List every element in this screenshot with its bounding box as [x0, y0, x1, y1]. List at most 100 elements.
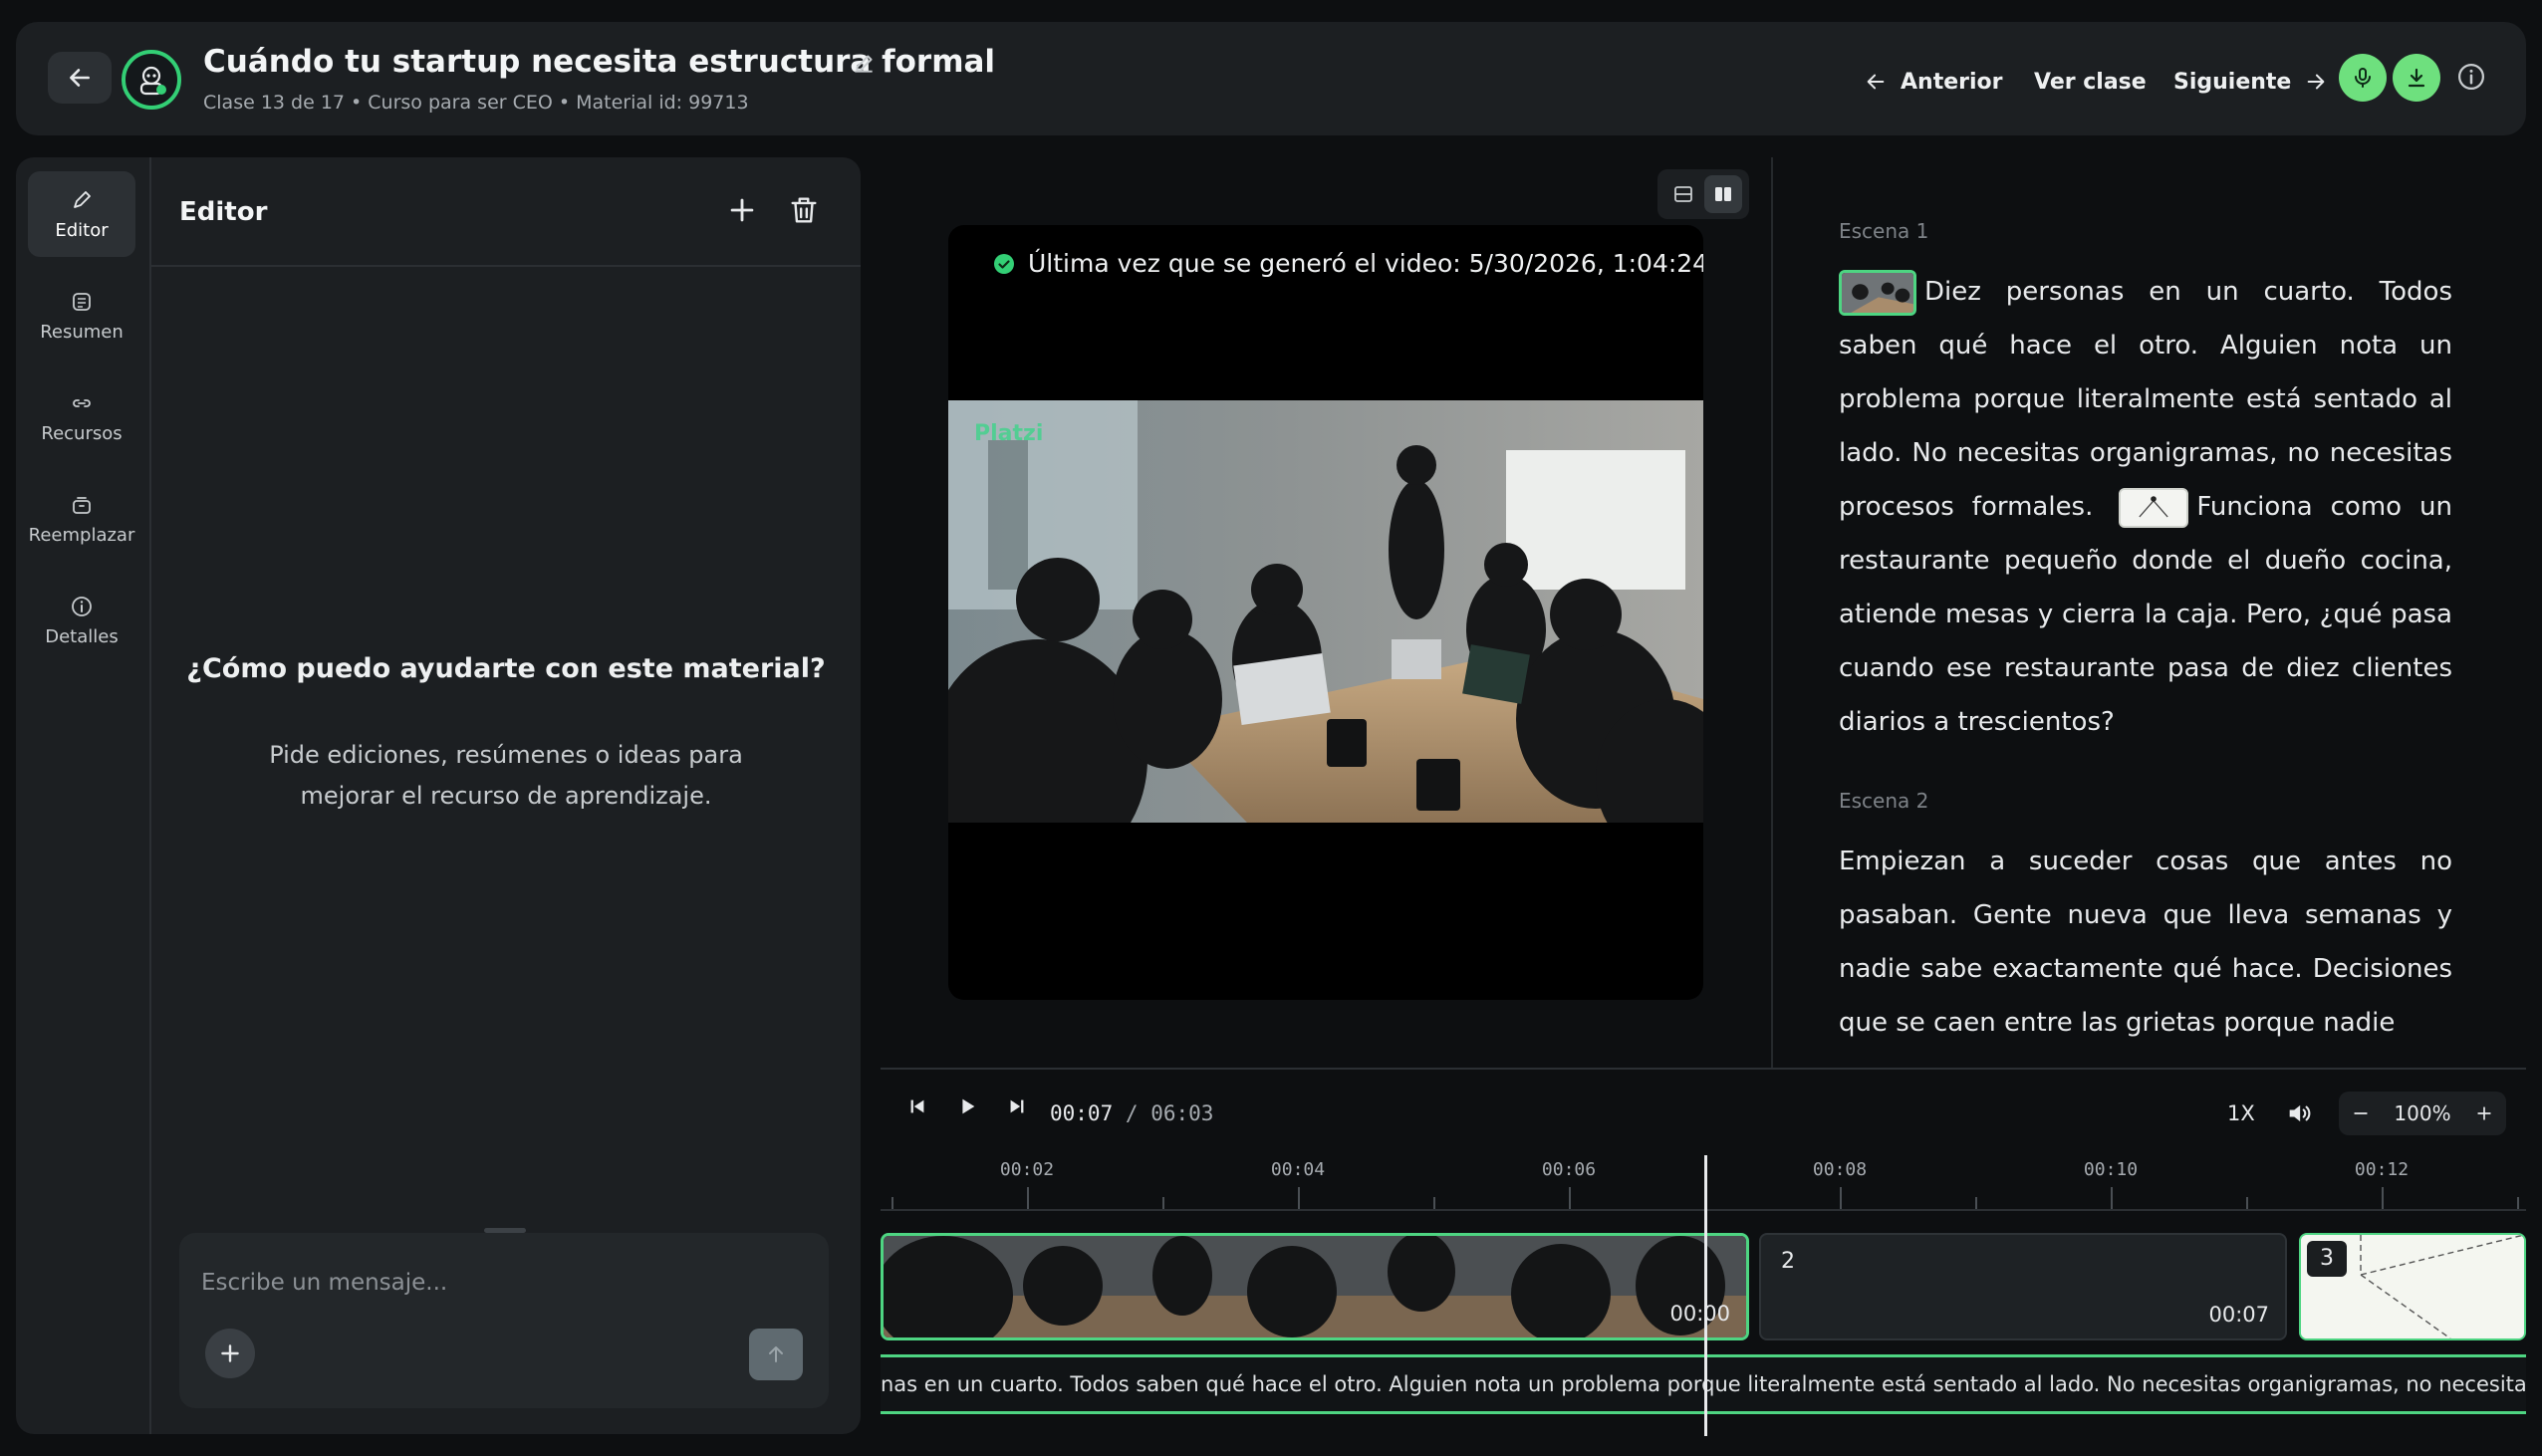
timeline-clip[interactable]: 3: [2299, 1233, 2526, 1340]
rail-label: Resumen: [40, 321, 124, 343]
breadcrumb: Clase 13 de 17 • Curso para ser CEO • Ma…: [203, 92, 749, 114]
editor-header: Editor: [151, 157, 861, 267]
caption-track[interactable]: nas en un cuarto. Todos saben qué hace e…: [881, 1354, 2526, 1414]
info-button[interactable]: [2456, 62, 2486, 92]
scene-thumbnail[interactable]: [2119, 487, 2189, 528]
ruler-tick: [2517, 1197, 2519, 1209]
microphone-icon: [2355, 68, 2371, 88]
clip-number: 3: [2307, 1241, 2347, 1277]
message-input[interactable]: [199, 1263, 797, 1303]
scene-label: Escena 1: [1839, 219, 1929, 243]
edit-title-button[interactable]: [851, 50, 877, 76]
view-class-button[interactable]: Ver clase: [2034, 64, 2147, 100]
ruler-tick: [1027, 1187, 1029, 1209]
course-logo: [122, 50, 181, 110]
ruler-tick: [2382, 1187, 2384, 1209]
check-circle-icon: [994, 253, 1014, 274]
skip-forward-button[interactable]: [1006, 1095, 1028, 1117]
play-icon: [962, 1098, 975, 1114]
arrow-left-icon: [70, 69, 90, 87]
generation-status-text: Última vez que se generó el video: 5/30/…: [1028, 249, 1703, 278]
rail-item-summary[interactable]: Resumen: [28, 273, 135, 359]
zoom-in-button[interactable]: [2474, 1103, 2494, 1123]
plus-icon: [221, 1344, 239, 1362]
zoom-level: 100%: [2394, 1101, 2451, 1125]
columns-layout-icon: [1715, 187, 1731, 201]
microphone-button[interactable]: [2339, 54, 2387, 102]
arrow-up-icon: [769, 1346, 783, 1362]
skip-back-icon: [910, 1099, 924, 1113]
ruler-label: 00:06: [1541, 1159, 1597, 1180]
generation-status: Última vez que se generó el video: 5/30/…: [992, 249, 1703, 278]
plus-icon: [2477, 1106, 2491, 1120]
stacked-layout-button[interactable]: [1664, 175, 1702, 213]
rail-label: Detalles: [45, 625, 119, 647]
video-watermark: Platzi: [974, 421, 1043, 446]
ruler-label: 00:08: [1812, 1159, 1868, 1180]
plus-icon: [730, 198, 754, 222]
scene-text[interactable]: Empiezan a suceder cosas que antes no pa…: [1839, 835, 2452, 1050]
assistant-prompt-title: ¿Cómo puedo ayudarte con este material?: [186, 653, 826, 684]
rows-layout-icon: [1674, 186, 1692, 202]
pencil-icon: [855, 55, 873, 73]
scene-label: Escena 2: [1839, 789, 1929, 813]
minus-icon: [2354, 1112, 2368, 1114]
play-button[interactable]: [956, 1095, 978, 1117]
ruler-tick: [1433, 1197, 1435, 1209]
scene-text[interactable]: Diez personas en un cuarto. Todos saben …: [1839, 265, 2452, 749]
volume-button[interactable]: [2285, 1099, 2313, 1127]
rail-item-details[interactable]: Detalles: [28, 578, 135, 663]
next-button[interactable]: Siguiente: [2173, 64, 2327, 100]
new-chat-button[interactable]: [725, 193, 759, 227]
previous-button[interactable]: Anterior: [1865, 64, 2002, 100]
send-button[interactable]: [749, 1329, 803, 1380]
rail-label: Reemplazar: [28, 524, 135, 546]
split-layout-button[interactable]: [1704, 175, 1742, 213]
ruler-tick: [1569, 1187, 1571, 1209]
message-composer: [179, 1233, 829, 1408]
skip-back-button[interactable]: [906, 1095, 928, 1117]
layout-toggle: [1657, 169, 1749, 219]
scene-text-part: Funciona como un restaurante pequeño don…: [1839, 492, 2452, 737]
scene-text-part: Diez personas en un cuarto. Todos saben …: [1839, 277, 2452, 522]
timeline-clip[interactable]: 2 00:07: [1759, 1233, 2287, 1340]
playhead[interactable]: [1704, 1155, 1707, 1436]
info-icon: [2458, 64, 2484, 90]
clip-start-time: 00:00: [1669, 1302, 1730, 1326]
timeline-clip[interactable]: 00:00: [881, 1233, 1749, 1340]
arrow-left-icon: [1867, 74, 1885, 90]
back-button[interactable]: [48, 52, 112, 104]
replace-icon: [73, 496, 91, 514]
trash-icon: [791, 197, 817, 223]
ruler-label: 00:04: [1270, 1159, 1326, 1180]
ruler-label: 00:12: [2354, 1159, 2410, 1180]
scene-thumbnail[interactable]: [1839, 269, 1916, 316]
ruler-tick: [2111, 1187, 2113, 1209]
video-preview[interactable]: Última vez que se generó el video: 5/30/…: [948, 225, 1703, 1000]
current-time: 00:07: [1050, 1101, 1114, 1125]
ruler-label: 00:02: [999, 1159, 1055, 1180]
panel-divider: [1771, 157, 1773, 1069]
video-frame-image: Platzi: [948, 400, 1703, 823]
clip-start-time: 00:07: [2208, 1303, 2269, 1327]
view-class-label: Ver clase: [2034, 69, 2147, 95]
clip-thumbnail: [884, 1236, 1746, 1337]
ruler-tick: [1975, 1197, 1977, 1209]
attach-button[interactable]: [205, 1329, 255, 1378]
playback-speed-button[interactable]: 1X: [2227, 1101, 2255, 1125]
skip-forward-icon: [1010, 1099, 1024, 1113]
zoom-out-button[interactable]: [2351, 1103, 2371, 1123]
previous-label: Anterior: [1901, 69, 2003, 95]
ruler-tick: [1162, 1197, 1164, 1209]
rail-item-replace[interactable]: Reemplazar: [28, 476, 135, 562]
download-button[interactable]: [2393, 54, 2440, 102]
next-label: Siguiente: [2173, 69, 2292, 95]
delete-chat-button[interactable]: [787, 193, 821, 227]
rail-item-editor[interactable]: Editor: [28, 171, 135, 257]
timeline-ruler[interactable]: 00:02 00:04 00:06 00:08 00:10 00:12: [881, 1155, 2526, 1211]
playback-time: 00:07 / 06:03: [1050, 1101, 1213, 1125]
script-panel: Escena 1 Diez personas en un cuarto. Tod…: [1839, 219, 2452, 1050]
volume-icon: [2289, 1104, 2311, 1122]
editor-title: Editor: [179, 197, 268, 227]
rail-item-resources[interactable]: Recursos: [28, 374, 135, 460]
